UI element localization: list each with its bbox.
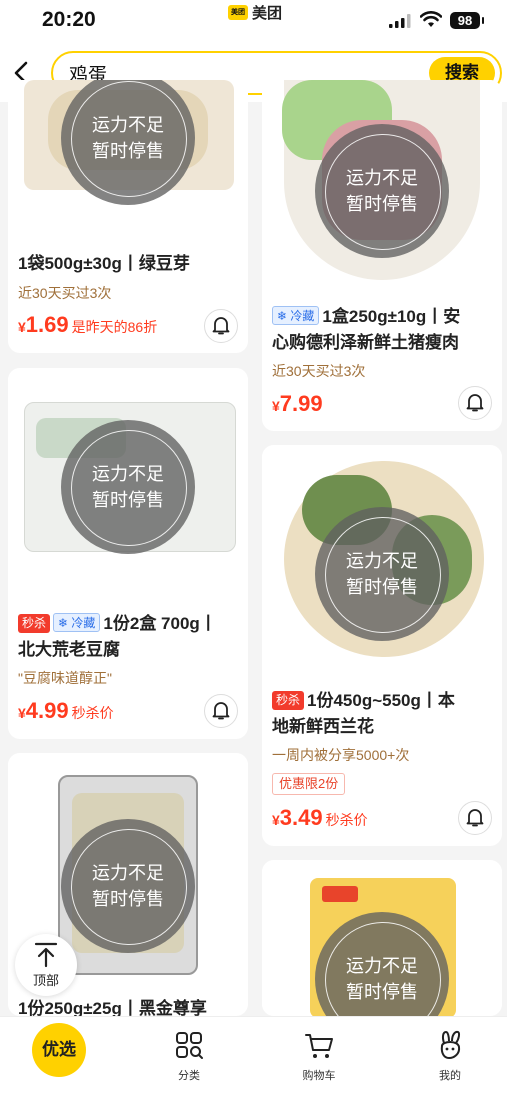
product-title: 1袋500g±30g丨绿豆芽 <box>18 254 190 273</box>
product-subtitle: 近30天买过3次 <box>18 285 112 301</box>
status-bar: 20:20 美团 美团 98 <box>0 0 507 44</box>
meituan-logo: 美团 <box>228 5 248 20</box>
notify-button[interactable] <box>204 309 238 343</box>
product-price: ¥ 3.49 秒杀价 <box>272 805 368 830</box>
product-title: ❄ 冷藏 1盒250g±10g丨安 心购德利泽新鲜土猪瘦肉 <box>272 306 461 352</box>
product-card-tofu[interactable]: 运力不足 暂时停售 秒杀 ❄ 冷藏 1份2盒 700g丨 北大荒老豆腐 "豆腐味道醇正… <box>8 368 248 739</box>
soldout-badge: 运力不足 暂时停售 <box>61 420 195 554</box>
product-card-pork[interactable]: 运力不足 暂时停售 ❄ 冷藏 1盒250g±10g丨安 心购德利泽新鲜土猪瘦肉 近3… <box>262 80 502 431</box>
wifi-icon <box>420 11 442 27</box>
cart-icon <box>305 1034 333 1058</box>
tab-youxuan[interactable]: 优选 <box>32 1023 86 1077</box>
product-card-bean-sprout[interactable]: 运力不足 暂时停售 1袋500g±30g丨绿豆芽 近30天买过3次 ¥ 1.69 … <box>8 80 248 353</box>
bell-icon <box>212 702 230 720</box>
product-subtitle: "豆腐味道醇正" <box>18 670 112 686</box>
bottom-tab-bar: 优选 分类 购物车 我的 <box>0 1016 507 1100</box>
soldout-badge: 运力不足 暂时停售 <box>61 819 195 953</box>
soldout-badge: 运力不足 暂时停售 <box>315 507 449 641</box>
tab-label: 我的 <box>439 1070 461 1082</box>
status-time: 20:20 <box>42 8 96 31</box>
limit-chip: 优惠限2份 <box>272 773 346 795</box>
status-app: 美团 美团 <box>228 2 282 23</box>
cold-tag: ❄ 冷藏 <box>272 306 320 325</box>
flash-sale-tag: 秒杀 <box>272 691 305 710</box>
tab-label: 购物车 <box>302 1070 336 1082</box>
product-title: 秒杀 1份450g~550g丨本 地新鲜西兰花 <box>272 691 455 736</box>
product-title: 1份250g±25g丨黑金尊享 <box>18 999 207 1016</box>
battery-indicator: 98 <box>450 12 484 29</box>
category-grid-icon <box>176 1032 203 1059</box>
signal-icon <box>389 14 411 28</box>
bell-icon <box>466 394 484 412</box>
soldout-badge: 运力不足 暂时停售 <box>315 124 449 258</box>
tab-label: 分类 <box>178 1070 200 1082</box>
product-title: 秒杀 ❄ 冷藏 1份2盒 700g丨 北大荒老豆腐 <box>18 613 217 659</box>
notify-button[interactable] <box>458 801 492 835</box>
product-price: ¥ 4.99 秒杀价 <box>18 698 114 723</box>
product-subtitle: 一周内被分享5000+次 <box>272 747 410 763</box>
bell-icon <box>212 317 230 335</box>
product-card-broccoli[interactable]: 运力不足 暂时停售 秒杀 1份450g~550g丨本 地新鲜西兰花 一周内被分享50… <box>262 445 502 846</box>
product-subtitle: 近30天买过3次 <box>272 363 366 379</box>
cold-tag: ❄ 冷藏 <box>53 613 101 632</box>
profile-rabbit-icon <box>440 1030 461 1060</box>
product-price: ¥ 1.69 是昨天的86折 <box>18 312 158 337</box>
notify-button[interactable] <box>204 694 238 728</box>
status-app-name: 美团 <box>252 5 283 22</box>
arrow-up-icon <box>34 942 58 968</box>
notify-button[interactable] <box>458 386 492 420</box>
product-card-snack[interactable]: 运力不足 暂时停售 <box>262 860 502 1016</box>
product-price: ¥ 7.99 <box>272 391 323 416</box>
flash-sale-tag: 秒杀 <box>18 614 51 633</box>
back-to-top-button[interactable]: 顶部 <box>15 934 77 996</box>
bell-icon <box>466 809 484 827</box>
back-to-top-label: 顶部 <box>32 973 59 988</box>
